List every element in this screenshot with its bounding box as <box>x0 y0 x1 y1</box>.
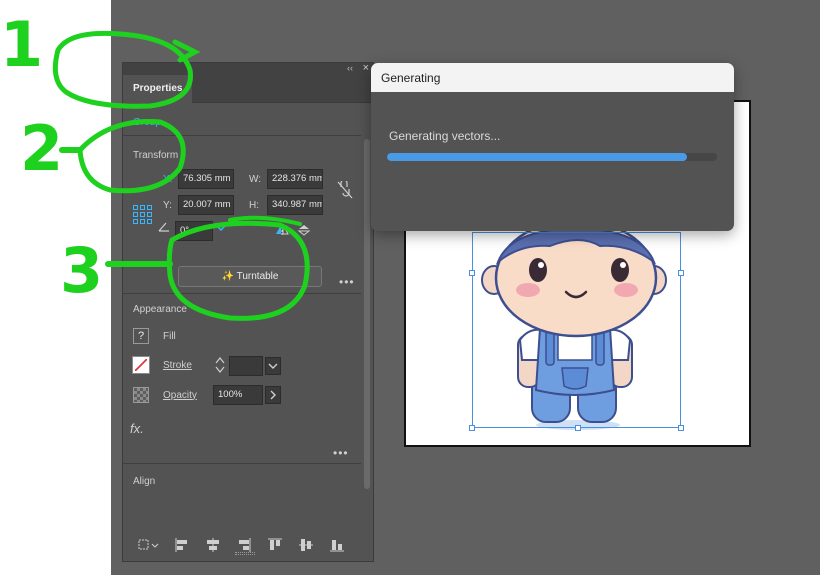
group-label: Group <box>133 117 161 128</box>
fill-label: Fill <box>163 330 176 342</box>
y-position-field[interactable]: 20.007 mm <box>178 195 234 215</box>
flip-vertical-icon[interactable] <box>297 224 311 239</box>
properties-panel: ‹‹ × Properties Group Transform X: 76.30… <box>122 62 374 575</box>
panel-resize-grip[interactable] <box>235 552 255 555</box>
progress-bar <box>387 153 717 161</box>
w-label: W: <box>249 174 262 185</box>
selection-bounding-box[interactable] <box>472 232 681 428</box>
appearance-section-title: Appearance <box>133 304 187 315</box>
opacity-swatch-icon <box>133 387 149 403</box>
opacity-label[interactable]: Opacity <box>163 390 197 401</box>
generating-dialog: Generating Generating vectors... <box>371 63 734 231</box>
collapse-panel-icon[interactable]: ‹‹ <box>347 63 353 73</box>
progress-fill <box>387 153 688 161</box>
chevron-down-icon[interactable] <box>215 222 227 237</box>
annotation-number-1: 1 <box>0 8 44 81</box>
align-bottom-icon[interactable] <box>329 537 345 556</box>
align-vertical-center-icon[interactable] <box>298 537 314 556</box>
align-top-icon[interactable] <box>267 537 283 556</box>
divider <box>123 135 361 136</box>
annotation-number-3: 3 <box>60 234 104 307</box>
panel-titlebar: ‹‹ × <box>123 62 373 75</box>
stroke-weight-stepper-icon[interactable] <box>215 356 225 377</box>
turntable-label: Turntable <box>236 271 279 282</box>
align-horizontal-center-icon[interactable] <box>205 537 221 556</box>
resize-handle[interactable] <box>469 270 475 276</box>
opacity-field[interactable]: 100% <box>213 385 263 405</box>
fill-swatch-icon[interactable]: ? <box>133 328 149 344</box>
stroke-row[interactable]: Stroke <box>132 356 192 374</box>
resize-handle[interactable] <box>678 425 684 431</box>
stroke-weight-dropdown[interactable] <box>265 357 281 375</box>
height-field[interactable]: 340.987 mm <box>267 195 323 215</box>
y-label: Y: <box>163 200 172 211</box>
width-field[interactable]: 228.376 mm <box>267 169 323 189</box>
panel-scrollbar[interactable] <box>364 139 370 489</box>
flip-horizontal-icon[interactable] <box>275 223 289 239</box>
resize-handle[interactable] <box>469 425 475 431</box>
tab-properties[interactable]: Properties <box>123 75 193 103</box>
sparkle-icon: ✨ <box>221 271 234 282</box>
more-options-icon[interactable]: ••• <box>339 275 355 289</box>
dialog-title: Generating <box>371 63 734 92</box>
align-section-title: Align <box>133 476 156 487</box>
stroke-weight-field[interactable] <box>229 356 263 376</box>
resize-handle[interactable] <box>678 270 684 276</box>
stroke-swatch-icon[interactable] <box>132 356 150 374</box>
x-label: X: <box>163 174 173 185</box>
resize-handle[interactable] <box>575 425 581 431</box>
align-left-icon[interactable] <box>174 537 190 556</box>
annotation-number-2: 2 <box>20 112 64 185</box>
more-options-icon[interactable]: ••• <box>339 570 355 575</box>
divider <box>123 463 361 464</box>
transform-section-title: Transform <box>133 150 179 161</box>
effects-fx-icon[interactable]: fx. <box>130 421 144 436</box>
h-label: H: <box>249 200 259 211</box>
more-options-icon[interactable]: ••• <box>333 446 349 460</box>
align-to-selection-icon[interactable] <box>137 537 159 556</box>
turntable-button[interactable]: ✨ Turntable <box>178 266 322 287</box>
fill-row[interactable]: ? Fill <box>133 328 176 344</box>
close-panel-icon[interactable]: × <box>363 62 369 74</box>
dialog-status-text: Generating vectors... <box>389 129 501 143</box>
x-position-field[interactable]: 76.305 mm <box>178 169 234 189</box>
opacity-expand-button[interactable] <box>265 386 281 404</box>
reference-point-icon[interactable] <box>133 205 153 225</box>
panel-body: Group Transform X: 76.305 mm Y: 20.007 m… <box>123 103 373 575</box>
constrain-proportions-icon[interactable] <box>337 179 353 202</box>
stroke-label[interactable]: Stroke <box>163 360 192 371</box>
rotate-angle-field[interactable]: 0° <box>175 221 213 241</box>
opacity-row[interactable]: Opacity <box>133 387 197 403</box>
rotate-angle-icon <box>157 221 171 236</box>
divider <box>123 293 361 294</box>
panel-tab-bar: Properties <box>123 75 373 103</box>
